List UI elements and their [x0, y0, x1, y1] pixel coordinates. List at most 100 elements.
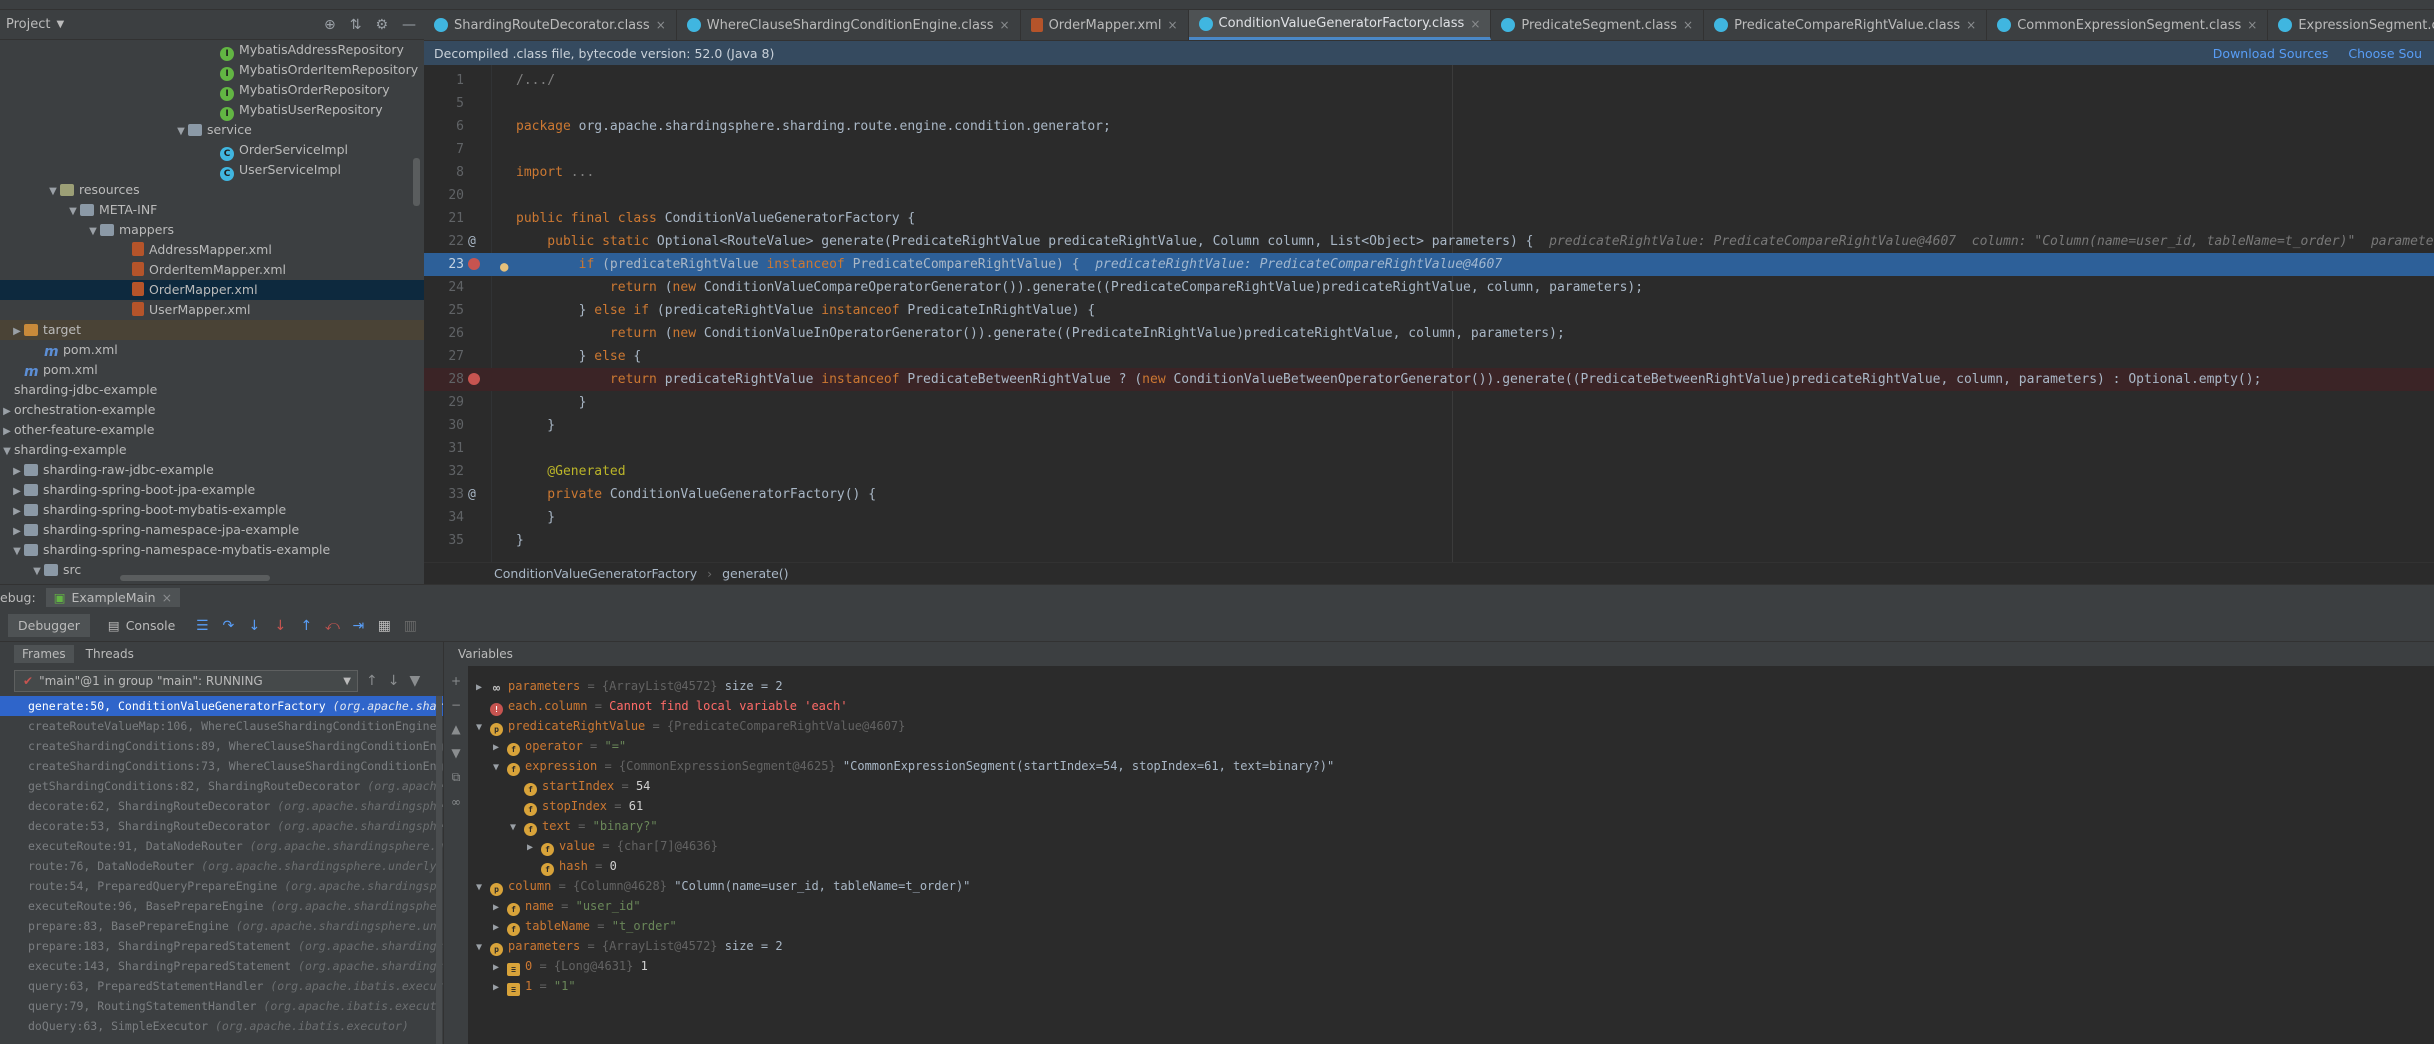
chevron-down-icon[interactable]: ▼: [46, 182, 60, 202]
stack-frame[interactable]: executeRoute:96, BasePrepareEngine (org.…: [0, 896, 443, 916]
stack-frame[interactable]: generate:50, ConditionValueGeneratorFact…: [0, 696, 443, 716]
code-line[interactable]: 5: [424, 92, 2434, 115]
close-icon[interactable]: ×: [1470, 17, 1480, 31]
editor-tab[interactable]: OrderMapper.xml ×: [1021, 10, 1189, 40]
variable-row[interactable]: ▶ ∞ parameters = {ArrayList@4572} size = 2: [476, 676, 783, 696]
chevron-down-icon[interactable]: ▼: [493, 758, 507, 778]
tree-node[interactable]: ▼ resources: [0, 180, 424, 200]
frames-scrollbar[interactable]: [436, 696, 442, 1044]
minus-icon[interactable]: −: [451, 698, 461, 712]
chevron-down-icon[interactable]: ▼: [86, 222, 100, 242]
variable-row[interactable]: ! each.column = Cannot find local variabl…: [476, 696, 848, 716]
chevron-down-icon[interactable]: ▼: [56, 19, 64, 30]
stack-frame[interactable]: createRouteValueMap:106, WhereClauseShar…: [0, 716, 443, 736]
chevron-down-icon[interactable]: ▼: [10, 542, 24, 562]
breadcrumb-class[interactable]: ConditionValueGeneratorFactory: [494, 566, 697, 581]
code-line[interactable]: 35}: [424, 529, 2434, 552]
down-icon[interactable]: ▼: [451, 746, 460, 760]
stack-frame[interactable]: decorate:62, ShardingRouteDecorator (org…: [0, 796, 443, 816]
chevron-right-icon[interactable]: ▶: [10, 502, 24, 522]
variable-row[interactable]: ▶ ≡ 1 = "1": [493, 976, 576, 996]
breadcrumb-method[interactable]: generate(): [722, 566, 788, 581]
tree-node[interactable]: ▶ other-feature-example: [0, 420, 424, 440]
code-line[interactable]: 27 } else {: [424, 345, 2434, 368]
stack-frame[interactable]: executeRoute:91, DataNodeRouter (org.apa…: [0, 836, 443, 856]
step-over-icon[interactable]: ↷: [219, 618, 237, 634]
variable-row[interactable]: ▼ p column = {Column@4628} "Column(name=us…: [476, 876, 970, 896]
chevron-down-icon[interactable]: ▼: [174, 122, 188, 142]
close-icon[interactable]: ×: [162, 590, 172, 605]
code-line[interactable]: 1 /.../: [424, 69, 2434, 92]
variable-row[interactable]: ▶ f name = "user_id": [493, 896, 641, 916]
breakpoint-icon[interactable]: [468, 258, 480, 270]
variable-row[interactable]: f hash = 0: [527, 856, 617, 876]
chevron-down-icon[interactable]: ▼: [476, 878, 490, 898]
code-line[interactable]: 33 @ private ConditionValueGeneratorFacto…: [424, 483, 2434, 506]
plus-icon[interactable]: +: [451, 674, 461, 688]
variable-row[interactable]: ▶ ≡ 0 = {Long@4631} 1: [493, 956, 648, 976]
chevron-right-icon[interactable]: ▶: [493, 918, 507, 938]
tree-node[interactable]: OrderItemMapper.xml: [0, 260, 424, 280]
chevron-down-icon[interactable]: ▼: [510, 818, 524, 838]
editor-tab[interactable]: PredicateSegment.class ×: [1491, 10, 1705, 40]
stack-frame[interactable]: route:76, DataNodeRouter (org.apache.sha…: [0, 856, 443, 876]
up-icon[interactable]: ▲: [451, 722, 460, 736]
chevron-right-icon[interactable]: ▶: [493, 958, 507, 978]
arrow-down-icon[interactable]: ↓: [388, 673, 400, 689]
tree-node[interactable]: C UserServiceImpl: [0, 160, 424, 181]
stack-frame[interactable]: createShardingConditions:73, WhereClause…: [0, 756, 443, 776]
tree-node[interactable]: ▼ service: [0, 120, 424, 140]
code-line[interactable]: 6 package org.apache.shardingsphere.shard…: [424, 115, 2434, 138]
arrow-up-icon[interactable]: ↑: [366, 673, 378, 689]
tree-node[interactable]: AddressMapper.xml: [0, 240, 424, 260]
menu-icon[interactable]: ☰: [193, 618, 211, 634]
code-line[interactable]: 21 public final class ConditionValueGener…: [424, 207, 2434, 230]
variable-row[interactable]: f stopIndex = 61: [510, 796, 643, 816]
stack-frame[interactable]: query:79, RoutingStatementHandler (org.a…: [0, 996, 443, 1016]
tree-node[interactable]: I MybatisAddressRepository: [0, 40, 424, 61]
variable-row[interactable]: ▼ p predicateRightValue = {PredicateCompar…: [476, 716, 905, 736]
choose-sources-link[interactable]: Choose Sou: [2348, 46, 2422, 61]
code-line[interactable]: 34 }: [424, 506, 2434, 529]
threads-tab[interactable]: Threads: [78, 645, 142, 663]
editor-tab[interactable]: ConditionValueGeneratorFactory.class ×: [1188, 10, 1492, 40]
tree-node[interactable]: m pom.xml: [0, 340, 424, 360]
debugger-tab[interactable]: Debugger: [8, 614, 90, 637]
code-line[interactable]: 24 return (new ConditionValueCompareOper…: [424, 276, 2434, 299]
tree-node[interactable]: I MybatisOrderRepository: [0, 80, 424, 101]
drop-frame-icon[interactable]: ⤺: [323, 618, 341, 634]
tree-node[interactable]: UserMapper.xml: [0, 300, 424, 320]
variable-row[interactable]: ▶ f operator = "=": [493, 736, 626, 756]
code-line[interactable]: 30 }: [424, 414, 2434, 437]
thread-select[interactable]: ✔ "main"@1 in group "main": RUNNING ▼: [14, 670, 358, 692]
chevron-right-icon[interactable]: ▶: [476, 678, 490, 698]
stack-frame[interactable]: query:63, PreparedStatementHandler (org.…: [0, 976, 443, 996]
project-view-selector[interactable]: Project: [6, 17, 50, 32]
chevron-right-icon[interactable]: ▶: [10, 522, 24, 542]
console-tab[interactable]: ▤ Console: [98, 614, 185, 637]
code-line[interactable]: 7: [424, 138, 2434, 161]
chevron-right-icon[interactable]: ▶: [493, 738, 507, 758]
close-icon[interactable]: ×: [1167, 18, 1177, 32]
code-line[interactable]: 22 @ public static Optional<RouteValue> g…: [424, 230, 2434, 253]
stack-frame[interactable]: prepare:183, ShardingPreparedStatement (…: [0, 936, 443, 956]
code-line[interactable]: 31: [424, 437, 2434, 460]
variable-row[interactable]: ▼ f text = "binary?": [510, 816, 658, 836]
tree-node[interactable]: ▶ sharding-spring-boot-jpa-example: [0, 480, 424, 500]
close-icon[interactable]: ×: [1000, 18, 1010, 32]
tree-node[interactable]: ▶ orchestration-example: [0, 400, 424, 420]
chevron-down-icon[interactable]: ▼: [0, 442, 14, 462]
override-icon[interactable]: @: [468, 483, 476, 506]
editor-tab[interactable]: ShardingRouteDecorator.class ×: [424, 10, 677, 40]
tree-node[interactable]: m pom.xml: [0, 360, 424, 380]
evaluate-icon[interactable]: ▦: [375, 618, 393, 634]
code-editor[interactable]: 1 /.../ 5 6 package org.apache.shardingspher…: [424, 65, 2434, 562]
download-sources-link[interactable]: Download Sources: [2213, 46, 2329, 61]
tree-node[interactable]: I MybatisOrderItemRepository: [0, 60, 424, 81]
project-scrollbar[interactable]: [413, 158, 420, 206]
chevron-right-icon[interactable]: ▶: [10, 322, 24, 342]
stack-frame[interactable]: decorate:53, ShardingRouteDecorator (org…: [0, 816, 443, 836]
step-out-icon[interactable]: ↑: [297, 618, 315, 634]
tree-node[interactable]: ▶ sharding-spring-namespace-jpa-example: [0, 520, 424, 540]
stack-frame[interactable]: route:54, PreparedQueryPrepareEngine (or…: [0, 876, 443, 896]
